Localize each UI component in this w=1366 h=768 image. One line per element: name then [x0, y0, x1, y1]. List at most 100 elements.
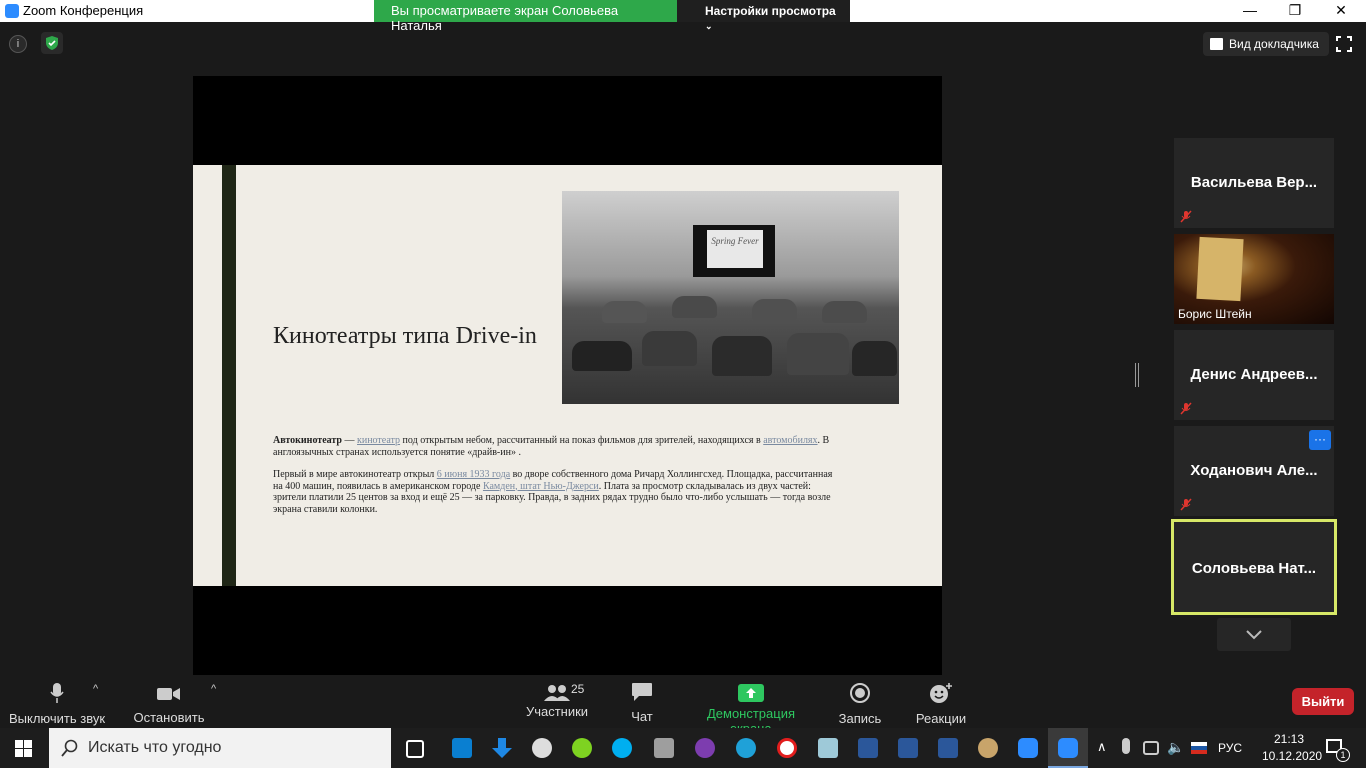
- fullscreen-icon[interactable]: [1336, 36, 1352, 52]
- reactions-button[interactable]: Реакции: [911, 682, 971, 726]
- scroll-down-button[interactable]: [1217, 618, 1291, 651]
- audio-options-caret-icon[interactable]: ^: [93, 683, 98, 695]
- zoom-app-icon: [5, 4, 19, 18]
- slide-heading: Кинотеатры типа Drive-in: [273, 323, 537, 349]
- speaker-view-label: Вид докладчика: [1229, 37, 1319, 51]
- participant-name-label: Борис Штейн: [1178, 307, 1252, 321]
- taskbar-search-box[interactable]: Искать что угодно: [49, 728, 391, 768]
- photo-screen-text: Spring Fever: [707, 230, 763, 268]
- share-screen-icon: [738, 684, 764, 702]
- record-button[interactable]: Запись: [830, 682, 890, 726]
- bold-term: Автокинотеатр: [273, 435, 342, 446]
- word-icon[interactable]: [898, 738, 918, 758]
- window-title: Zoom Конференция: [23, 3, 144, 18]
- close-button[interactable]: ✕: [1318, 0, 1364, 22]
- edge-browser-icon[interactable]: [736, 738, 756, 758]
- photo-car: [712, 336, 772, 376]
- chat-icon: [632, 683, 652, 701]
- participants-label: Участники: [525, 704, 589, 719]
- video-options-caret-icon[interactable]: ^: [211, 683, 216, 695]
- photo-car: [752, 299, 797, 321]
- link-cars[interactable]: автомобилях: [763, 435, 817, 446]
- muted-mic-icon: [1180, 402, 1192, 415]
- icq-icon[interactable]: [572, 738, 592, 758]
- zoom-taskbar-icon[interactable]: [1018, 738, 1038, 758]
- russian-flag-icon: [1191, 742, 1207, 754]
- notifications-count: 1: [1336, 748, 1350, 762]
- shared-screen: Кинотеатры типа Drive-in Spring Fever Ав…: [193, 76, 942, 675]
- reactions-label: Реакции: [915, 711, 967, 726]
- link-cinema[interactable]: кинотеатр: [357, 435, 400, 446]
- search-icon: [61, 739, 78, 757]
- photo-car: [572, 341, 632, 371]
- windows-start-icon[interactable]: [15, 740, 32, 757]
- more-options-button[interactable]: ···: [1309, 430, 1331, 450]
- clock-time[interactable]: 21:13: [1266, 732, 1312, 746]
- mute-button[interactable]: Выключить звук: [8, 682, 106, 726]
- speaker-view-button[interactable]: Вид докладчика: [1203, 32, 1329, 56]
- slide-accent-bar: [222, 165, 236, 586]
- leave-meeting-button[interactable]: Выйти: [1292, 688, 1354, 715]
- participant-tile[interactable]: Васильева Вер...: [1174, 138, 1334, 228]
- share-banner: Вы просматриваете экран Соловьева Наталь…: [374, 0, 850, 33]
- photo-car: [642, 331, 697, 366]
- viber-icon[interactable]: [695, 738, 715, 758]
- participants-count: 25: [571, 682, 585, 696]
- word-icon[interactable]: [858, 738, 878, 758]
- settings-gear-icon[interactable]: [532, 738, 552, 758]
- reactions-emoji-icon: [930, 683, 952, 703]
- language-indicator[interactable]: РУС: [1218, 741, 1242, 755]
- mail-app-icon[interactable]: [452, 738, 472, 758]
- network-icon[interactable]: [1143, 741, 1159, 755]
- tray-microphone-icon[interactable]: [1122, 738, 1130, 754]
- encryption-shield-icon[interactable]: [41, 32, 63, 54]
- zoom-active-icon: [1058, 738, 1078, 758]
- mute-label: Выключить звук: [8, 711, 106, 726]
- chat-button[interactable]: Чат: [616, 682, 668, 724]
- record-label: Запись: [838, 711, 882, 726]
- view-options-button[interactable]: Настройки просмотра ⌄: [677, 0, 850, 31]
- drive-in-photo: Spring Fever: [562, 191, 899, 404]
- windows-taskbar: Искать что угодно ∧ 🔈 РУС 21:13 10.12.20…: [0, 728, 1366, 768]
- photo-car: [852, 341, 897, 376]
- minimize-button[interactable]: —: [1227, 0, 1273, 22]
- yandex-browser-icon[interactable]: [777, 738, 797, 758]
- task-view-icon[interactable]: [406, 740, 424, 758]
- zoom-active-taskbar-slot[interactable]: [1048, 728, 1088, 768]
- tray-overflow-chevron-icon[interactable]: ∧: [1097, 739, 1107, 755]
- search-placeholder: Искать что угодно: [88, 739, 222, 756]
- skype-icon[interactable]: [612, 738, 632, 758]
- participant-tile[interactable]: Денис Андреев...: [1174, 330, 1334, 420]
- presentation-slide: Кинотеатры типа Drive-in Spring Fever Ав…: [193, 165, 942, 586]
- photo-car: [822, 301, 867, 323]
- chevron-down-icon: ⌄: [705, 21, 713, 31]
- participant-tile[interactable]: ··· Ходанович Але...: [1174, 426, 1334, 516]
- participant-tile-active-speaker[interactable]: Соловьева Нат...: [1171, 519, 1337, 615]
- info-icon[interactable]: i: [9, 35, 27, 53]
- chat-label: Чат: [631, 709, 653, 724]
- maximize-button[interactable]: ❐: [1272, 0, 1318, 22]
- downloads-icon[interactable]: [492, 738, 512, 758]
- notepad-icon[interactable]: [818, 738, 838, 758]
- calculator-icon[interactable]: [654, 738, 674, 758]
- participant-tile[interactable]: Борис Штейн: [1174, 234, 1334, 324]
- muted-mic-icon: [1180, 210, 1192, 223]
- volume-icon[interactable]: 🔈: [1167, 739, 1184, 756]
- muted-mic-icon: [1180, 498, 1192, 511]
- photo-car: [672, 296, 717, 318]
- slide-paragraph-2: Первый в мире автокинотеатр открыл 6 июн…: [273, 469, 839, 515]
- participants-button[interactable]: 25 Участники: [522, 682, 592, 719]
- word-icon[interactable]: [938, 738, 958, 758]
- viewing-screen-status: Вы просматриваете экран Соловьева Наталь…: [374, 0, 677, 33]
- video-camera-icon: [157, 688, 180, 700]
- record-icon: [850, 683, 870, 703]
- paint-icon[interactable]: [978, 738, 998, 758]
- clock-date[interactable]: 10.12.2020: [1262, 749, 1322, 763]
- text-span: —: [342, 435, 357, 446]
- text-span: Первый в мире автокинотеатр открыл: [273, 469, 437, 480]
- link-date[interactable]: 6 июня 1933 года: [437, 469, 510, 480]
- text-span: под открытым небом, рассчитанный на пока…: [400, 435, 764, 446]
- link-camden[interactable]: Камден, штат Нью-Джерси: [483, 481, 599, 492]
- resize-handle[interactable]: [1135, 363, 1139, 387]
- chevron-down-icon: [1246, 630, 1262, 640]
